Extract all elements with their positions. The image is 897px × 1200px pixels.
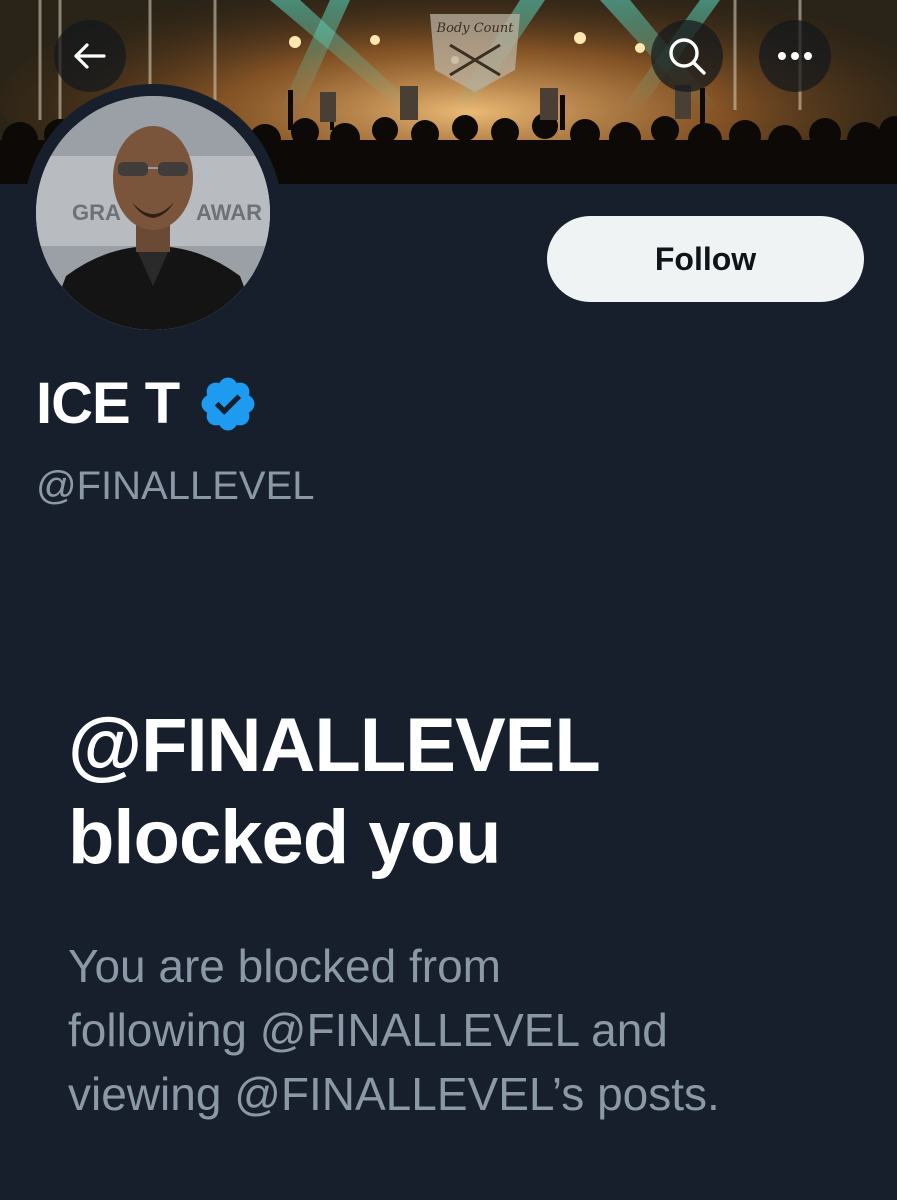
blocked-description-line: following @FINALLEVEL and	[68, 1004, 668, 1056]
profile-handle: @FINALLEVEL	[36, 464, 315, 508]
blocked-description-line: You are blocked from	[68, 940, 502, 992]
blocked-description-line: viewing @FINALLEVEL’s posts.	[68, 1068, 720, 1120]
profile-photo-image: GRA AWAR	[36, 96, 270, 330]
verified-badge[interactable]	[197, 373, 259, 435]
blocked-title-line: blocked you	[68, 795, 501, 880]
avatar[interactable]: GRA AWAR	[24, 84, 282, 342]
display-name-row: ICE T	[36, 372, 259, 436]
verified-badge-icon	[201, 377, 255, 431]
svg-text:GRA: GRA	[72, 200, 121, 225]
svg-text:Body Count: Body Count	[436, 21, 515, 36]
search-button[interactable]	[651, 20, 723, 92]
follow-button[interactable]: Follow	[547, 216, 864, 302]
arrow-left-icon	[74, 43, 106, 69]
profile-screen: Body Count GRA AWAR Follow ICE T @FINALL…	[0, 0, 897, 1200]
display-name: ICE T	[36, 371, 180, 436]
more-options-button[interactable]	[759, 20, 831, 92]
search-icon	[669, 38, 706, 75]
blocked-description: You are blocked from following @FINALLEV…	[68, 934, 868, 1126]
blocked-title: @FINALLEVEL blocked you	[68, 700, 868, 884]
avatar-photo: GRA AWAR	[36, 96, 270, 330]
more-horizontal-icon	[778, 52, 812, 60]
blocked-title-line: @FINALLEVEL	[68, 703, 601, 788]
back-button[interactable]	[54, 20, 126, 92]
svg-text:AWAR: AWAR	[196, 200, 262, 225]
